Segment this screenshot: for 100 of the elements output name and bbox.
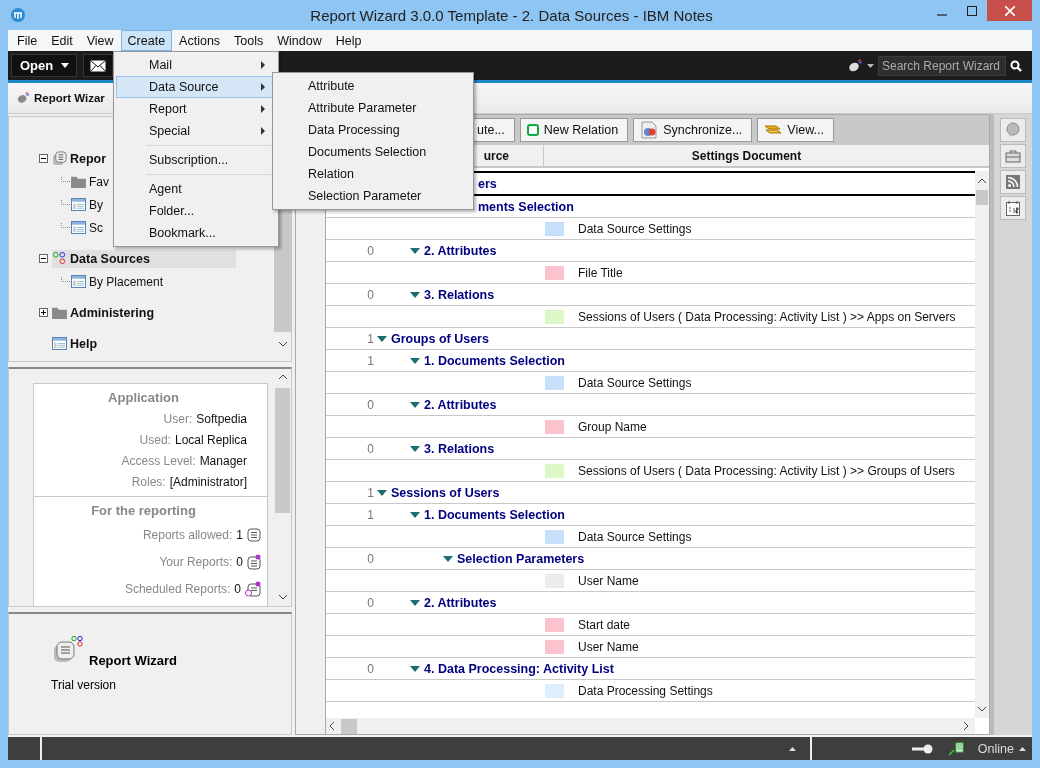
menu-item[interactable]: Window: [270, 30, 329, 51]
collapse-icon[interactable]: [39, 154, 48, 163]
menu-option[interactable]: Special: [116, 120, 276, 142]
table-row[interactable]: 0 Selection Parameters: [326, 548, 975, 570]
scroll-thumb[interactable]: [341, 718, 357, 734]
scroll-down-icon[interactable]: [978, 707, 986, 712]
table-row[interactable]: User Name: [326, 570, 975, 592]
expand-triangle-icon[interactable]: [377, 335, 387, 342]
menu-option[interactable]: Report: [116, 98, 276, 120]
tree-item[interactable]: By Placement: [71, 272, 168, 291]
scroll-down-icon[interactable]: [278, 342, 287, 347]
tree-item[interactable]: Repor: [52, 149, 111, 168]
menu-item[interactable]: View: [79, 30, 121, 51]
table-row[interactable]: 1 1. Documents Selection: [326, 504, 975, 526]
table-row[interactable]: Sessions of Users ( Data Processing: Activity List ) >> Groups of Users: [326, 460, 975, 482]
tree-item[interactable]: By: [71, 195, 107, 214]
expand-triangle-icon[interactable]: [410, 247, 420, 254]
menu-option[interactable]: Attribute: [275, 75, 471, 97]
menu-option[interactable]: Documents Selection: [275, 141, 471, 163]
calendar-icon: [1006, 200, 1020, 216]
caret-up-icon[interactable]: [789, 746, 796, 751]
menu-item[interactable]: Help: [328, 30, 369, 51]
menu-item[interactable]: File: [10, 30, 45, 51]
view-icon: [71, 198, 86, 211]
search-field[interactable]: Search Report Wizard: [878, 55, 1006, 76]
expand-triangle-icon[interactable]: [410, 357, 420, 364]
table-row[interactable]: 0 3. Relations: [326, 438, 975, 460]
mail-button[interactable]: [83, 54, 114, 77]
tree-item[interactable]: Data Sources: [52, 249, 236, 268]
action-button[interactable]: ute...: [472, 118, 515, 142]
calendar-button[interactable]: [1000, 196, 1026, 220]
scroll-up-icon[interactable]: [278, 375, 287, 380]
replication-icon[interactable]: [947, 741, 964, 756]
expand-triangle-icon[interactable]: [410, 511, 420, 518]
menu-option[interactable]: Bookmark...: [116, 222, 276, 244]
expand-triangle-icon[interactable]: [410, 291, 420, 298]
menu-option[interactable]: Folder...: [116, 200, 276, 222]
table-row[interactable]: Data Source Settings: [326, 526, 975, 548]
status-button[interactable]: Online: [977, 741, 1026, 756]
column-header[interactable]: Settings Document: [544, 145, 989, 166]
menu-option[interactable]: Subscription...: [116, 149, 276, 171]
table-row[interactable]: Data Source Settings: [326, 372, 975, 394]
scroll-left-icon[interactable]: [330, 722, 335, 730]
tree-item[interactable]: Fav: [71, 172, 113, 191]
menu-option[interactable]: Attribute Parameter: [275, 97, 471, 119]
expand-triangle-icon[interactable]: [410, 401, 420, 408]
scroll-thumb[interactable]: [275, 388, 290, 513]
menu-item[interactable]: Edit: [44, 30, 80, 51]
table-row[interactable]: User Name: [326, 636, 975, 658]
table-row[interactable]: Group Name: [326, 416, 975, 438]
expand-icon[interactable]: [39, 308, 48, 317]
table-row[interactable]: 0 2. Attributes: [326, 592, 975, 614]
info-label: Access Level:: [121, 453, 196, 468]
briefcase-button[interactable]: [1000, 144, 1026, 168]
table-row[interactable]: Start date: [326, 614, 975, 636]
table-row[interactable]: 0 4. Data Processing: Activity List: [326, 658, 975, 680]
table-row[interactable]: 0 2. Attributes: [326, 240, 975, 262]
tree-item[interactable]: Help: [52, 334, 102, 353]
scroll-down-icon[interactable]: [278, 595, 287, 600]
table-row[interactable]: 0 3. Relations: [326, 284, 975, 306]
info-label: Your Reports:: [159, 554, 233, 569]
scroll-right-icon[interactable]: [964, 722, 969, 730]
close-button[interactable]: [987, 0, 1032, 21]
scroll-up-icon[interactable]: [978, 179, 986, 184]
action-button[interactable]: View...: [757, 118, 834, 142]
scrollbar[interactable]: [975, 171, 989, 718]
action-button[interactable]: New Relation: [519, 118, 629, 142]
table-row[interactable]: 0 2. Attributes: [326, 394, 975, 416]
table-row[interactable]: File Title: [326, 262, 975, 284]
caret-icon[interactable]: [867, 63, 874, 68]
menu-option[interactable]: Agent: [116, 178, 276, 200]
menu-option[interactable]: Mail: [116, 54, 276, 76]
tab[interactable]: Report Wizar: [14, 83, 107, 113]
key-icon[interactable]: [911, 743, 934, 754]
expand-triangle-icon[interactable]: [410, 599, 420, 606]
tree-item[interactable]: Sc: [71, 218, 107, 237]
table-row[interactable]: Data Processing Settings: [326, 680, 975, 702]
table-row[interactable]: 1 Groups of Users: [326, 328, 975, 350]
menu-option[interactable]: Data Processing: [275, 119, 471, 141]
menu-item[interactable]: Tools: [227, 30, 271, 51]
menu-item[interactable]: Create: [120, 30, 173, 51]
table-row[interactable]: 1 1. Documents Selection: [326, 350, 975, 372]
table-row[interactable]: Sessions of Users ( Data Processing: Activity List ) >> Apps on Servers: [326, 306, 975, 328]
action-button[interactable]: Synchronize...: [633, 118, 753, 142]
open-button[interactable]: Open: [11, 54, 78, 77]
expand-triangle-icon[interactable]: [410, 665, 420, 672]
tree-item[interactable]: Administering: [52, 303, 159, 322]
table-row[interactable]: Data Source Settings: [326, 218, 975, 240]
expand-triangle-icon[interactable]: [443, 555, 453, 562]
feed-button[interactable]: [1000, 170, 1026, 194]
menu-item[interactable]: Actions: [172, 30, 228, 51]
pen-icon[interactable]: [847, 57, 863, 74]
expand-triangle-icon[interactable]: [377, 489, 387, 496]
expand-triangle-icon[interactable]: [410, 445, 420, 452]
collapse-icon[interactable]: [39, 254, 48, 263]
table-row[interactable]: 1 Sessions of Users: [326, 482, 975, 504]
envelope-icon: [90, 59, 107, 72]
scroll-thumb[interactable]: [976, 190, 988, 205]
search-icon[interactable]: [1010, 59, 1022, 72]
scrollbar[interactable]: [326, 718, 975, 734]
